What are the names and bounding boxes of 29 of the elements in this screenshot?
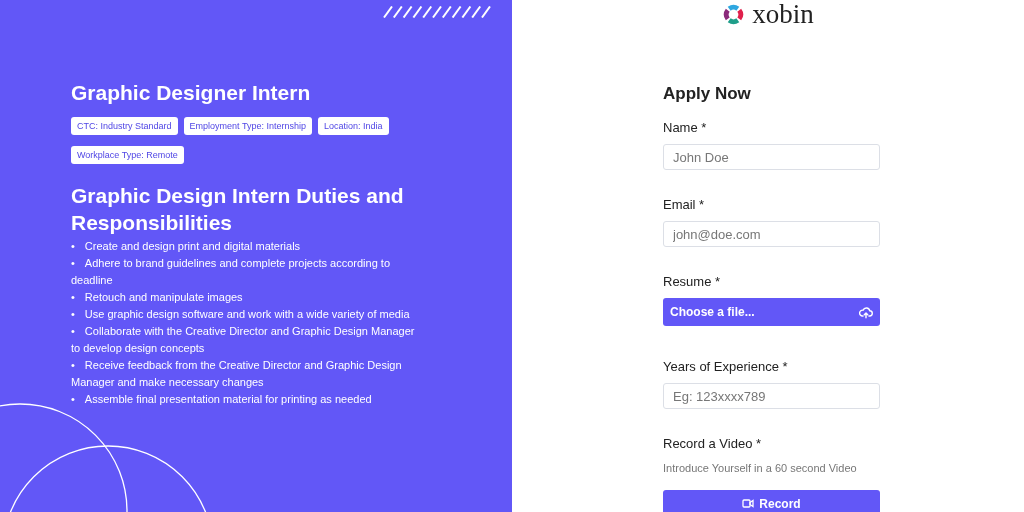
duty-item: • Create and design print and digital materials — [71, 239, 302, 254]
section-heading: Graphic Design Intern Duties and Responsibilities — [71, 183, 405, 236]
file-upload-button[interactable]: Choose a file... — [663, 298, 880, 326]
text-field[interactable]: Eg: 123xxxx789 — [663, 383, 880, 409]
logo-text: xobin — [752, 1, 814, 27]
job-tag: Workplace Type: Remote — [71, 146, 184, 164]
cloud-upload-icon — [859, 305, 873, 319]
field-label: Record a Video * — [663, 436, 763, 452]
duty-item: • Adhere to brand guidelines and complete projects according to deadline — [71, 256, 391, 288]
duty-item: • Collaborate with the Creative Director and Graphic Design Manager to develop design concepts — [71, 324, 416, 356]
text-field[interactable]: John Doe — [663, 144, 880, 170]
text-field[interactable]: john@doe.com — [663, 221, 880, 247]
video-camera-icon — [742, 499, 755, 508]
duty-item: • Assemble final presentation material for printing as needed — [71, 392, 373, 407]
job-title: Graphic Designer Intern — [71, 80, 312, 106]
job-tag: Employment Type: Internship — [183, 117, 312, 135]
field-label: Email * — [663, 197, 706, 213]
duty-item: • Use graphic design software and work with a wide variety of media — [71, 307, 411, 322]
record-button[interactable]: Record — [663, 490, 880, 512]
field-label: Name * — [663, 120, 708, 136]
logo-icon — [722, 2, 746, 26]
job-tag: Location: India — [317, 117, 389, 135]
field-label: Resume * — [663, 274, 722, 290]
duty-item: • Receive feedback from the Creative Director and Graphic Design Manager and make necessary changes — [71, 358, 403, 390]
field-hint: Introduce Yourself in a 60 second Video — [663, 461, 858, 475]
field-label: Years of Experience * — [663, 359, 789, 375]
job-tag: CTC: Industry Standard — [71, 117, 178, 135]
form-title: Apply Now — [663, 83, 752, 105]
duty-item: • Retouch and manipulate images — [71, 290, 244, 305]
